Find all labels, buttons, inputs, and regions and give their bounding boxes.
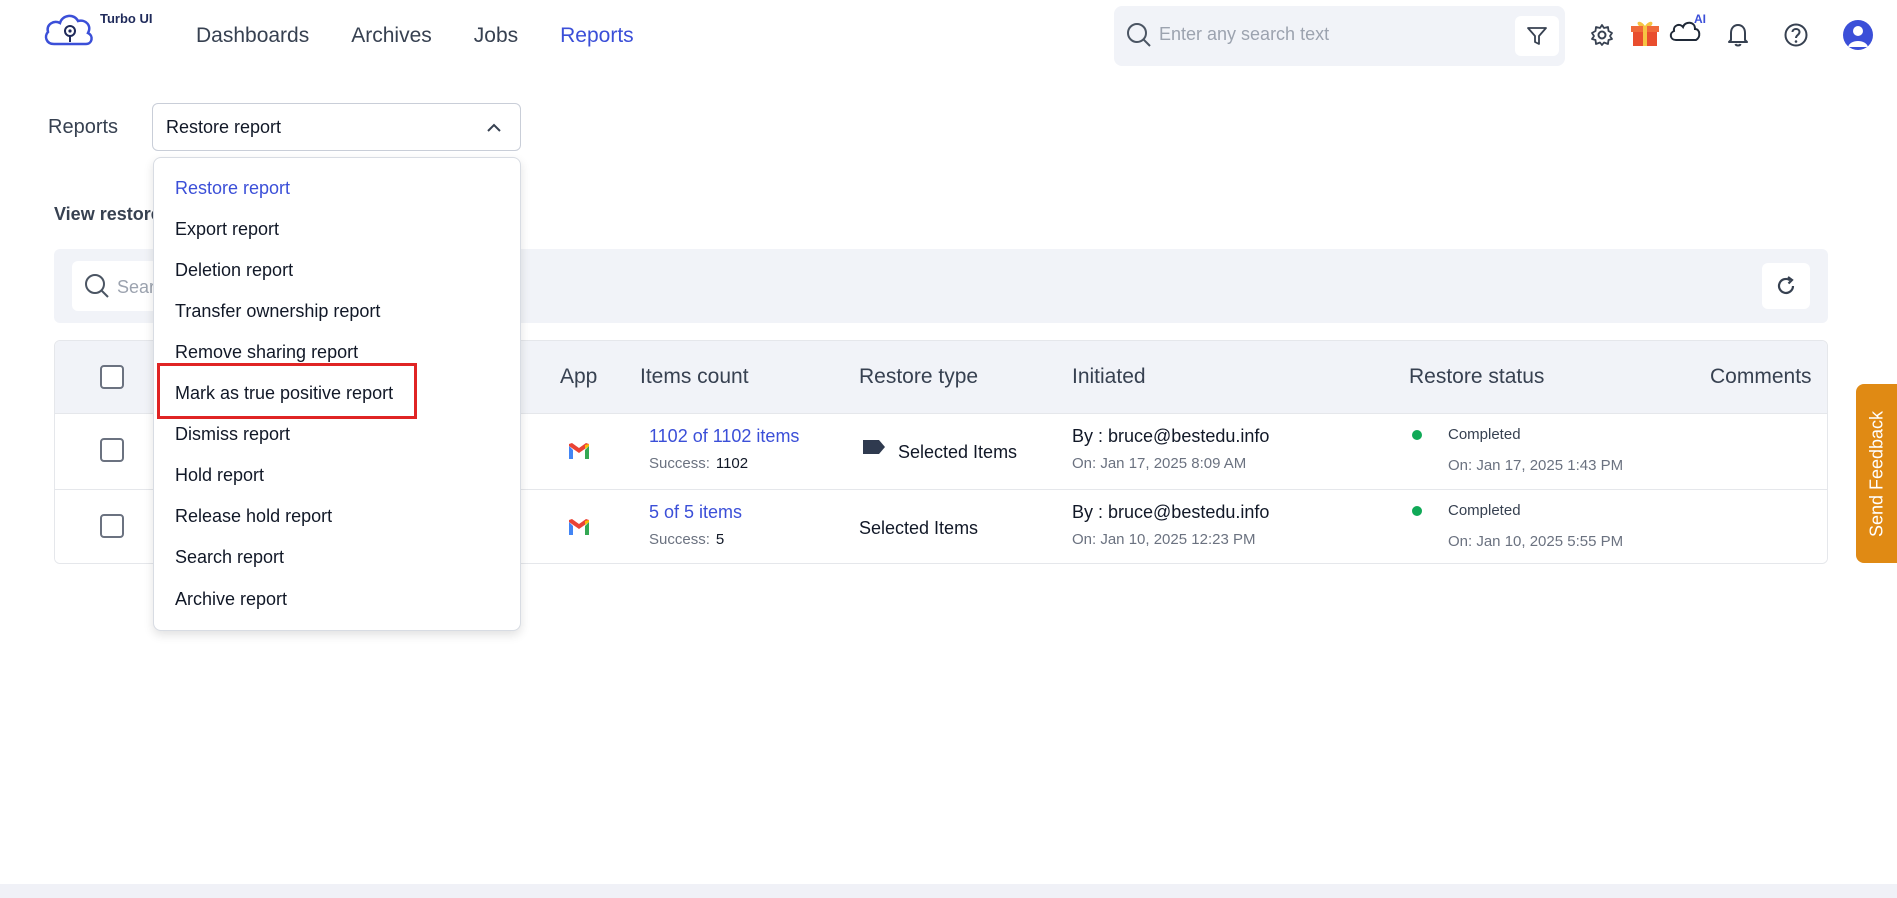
table-search-placeholder: Sear xyxy=(117,277,156,297)
cloud-logo-icon xyxy=(44,14,93,46)
label-tag-icon xyxy=(863,440,885,454)
send-feedback-tab[interactable]: Send Feedback xyxy=(1856,384,1897,563)
option-archive-report[interactable]: Archive report xyxy=(175,589,287,610)
settings-button[interactable] xyxy=(1587,20,1617,50)
option-restore-report[interactable]: Restore report xyxy=(175,178,290,199)
success-label: Success: xyxy=(649,531,710,548)
option-hold-report[interactable]: Hold report xyxy=(175,465,264,486)
search-icon xyxy=(1127,23,1151,47)
nav-jobs[interactable]: Jobs xyxy=(474,24,518,48)
status-on: On: Jan 17, 2025 1:43 PM xyxy=(1448,457,1624,474)
status-on: On: Jan 10, 2025 5:55 PM xyxy=(1448,533,1624,550)
gift-icon xyxy=(1631,21,1659,46)
restore-type: Selected Items xyxy=(859,518,979,538)
report-type-selected: Restore report xyxy=(166,117,282,137)
col-restore-type[interactable]: Restore type xyxy=(859,365,978,389)
ai-badge: AI xyxy=(1694,12,1706,26)
bottom-bar xyxy=(0,884,1897,898)
col-app[interactable]: App xyxy=(560,365,597,389)
success-count: Success: 5 xyxy=(649,531,742,548)
help-icon xyxy=(1784,23,1808,47)
notifications-button[interactable] xyxy=(1723,20,1753,50)
status-text: Completed xyxy=(1448,426,1521,443)
send-feedback-label: Send Feedback xyxy=(1866,410,1886,537)
nav-dashboards[interactable]: Dashboards xyxy=(196,24,309,48)
initiated-by: By : bruce@bestedu.info xyxy=(1072,426,1270,446)
filter-icon xyxy=(1527,27,1547,45)
search-icon xyxy=(85,274,109,298)
top-bar: Turbo UI Dashboards Archives Jobs Report… xyxy=(0,0,1897,72)
logo[interactable]: Turbo UI xyxy=(42,10,162,58)
filter-button[interactable] xyxy=(1515,16,1559,56)
user-avatar[interactable] xyxy=(1843,20,1873,50)
refresh-icon xyxy=(1777,276,1795,295)
items-count-link[interactable]: 5 of 5 items xyxy=(649,502,742,523)
gift-button[interactable] xyxy=(1630,18,1660,48)
nav-reports[interactable]: Reports xyxy=(560,24,634,48)
restore-type: Selected Items xyxy=(898,442,1018,462)
initiated-by: By : bruce@bestedu.info xyxy=(1072,502,1270,522)
initiated-on: On: Jan 17, 2025 8:09 AM xyxy=(1072,455,1247,472)
success-count: Success: 1102 xyxy=(649,455,799,472)
refresh-button[interactable] xyxy=(1762,263,1810,309)
option-remove-sharing-report[interactable]: Remove sharing report xyxy=(175,342,358,363)
gear-icon xyxy=(1591,24,1613,46)
row-checkbox[interactable] xyxy=(100,438,124,462)
view-title: View restore xyxy=(54,204,161,224)
col-items-count[interactable]: Items count xyxy=(640,365,749,389)
select-all-checkbox[interactable] xyxy=(100,365,124,389)
status-dot xyxy=(1412,506,1422,516)
status-dot xyxy=(1412,430,1422,440)
user-icon xyxy=(1848,26,1868,47)
status-text: Completed xyxy=(1448,502,1521,519)
global-search xyxy=(1114,6,1565,66)
highlight-box xyxy=(157,363,417,419)
option-deletion-report[interactable]: Deletion report xyxy=(175,260,293,281)
app-name: Turbo UI xyxy=(100,11,153,26)
chevron-up-icon xyxy=(487,123,501,132)
nav-archives[interactable]: Archives xyxy=(351,24,432,48)
gmail-icon xyxy=(569,443,589,459)
items-count-link[interactable]: 1102 of 1102 items xyxy=(649,426,799,447)
report-type-select[interactable]: Restore report xyxy=(152,103,521,151)
option-release-hold-report[interactable]: Release hold report xyxy=(175,506,332,527)
reports-label: Reports xyxy=(48,116,119,138)
row-checkbox[interactable] xyxy=(100,514,124,538)
gmail-icon xyxy=(569,519,589,535)
success-value: 1102 xyxy=(715,455,749,472)
main-nav: Dashboards Archives Jobs Reports xyxy=(196,24,676,48)
col-initiated[interactable]: Initiated xyxy=(1072,365,1146,389)
col-restore-status[interactable]: Restore status xyxy=(1409,365,1544,389)
option-transfer-ownership-report[interactable]: Transfer ownership report xyxy=(175,301,380,322)
initiated-on: On: Jan 10, 2025 12:23 PM xyxy=(1072,531,1256,548)
col-comments[interactable]: Comments xyxy=(1710,365,1812,389)
success-value: 5 xyxy=(715,531,725,548)
global-search-input[interactable] xyxy=(1159,24,1499,45)
help-button[interactable] xyxy=(1781,20,1811,50)
option-export-report[interactable]: Export report xyxy=(175,219,279,240)
option-search-report[interactable]: Search report xyxy=(175,547,284,568)
option-dismiss-report[interactable]: Dismiss report xyxy=(175,424,290,445)
bell-icon xyxy=(1728,24,1748,47)
success-label: Success: xyxy=(649,455,710,472)
